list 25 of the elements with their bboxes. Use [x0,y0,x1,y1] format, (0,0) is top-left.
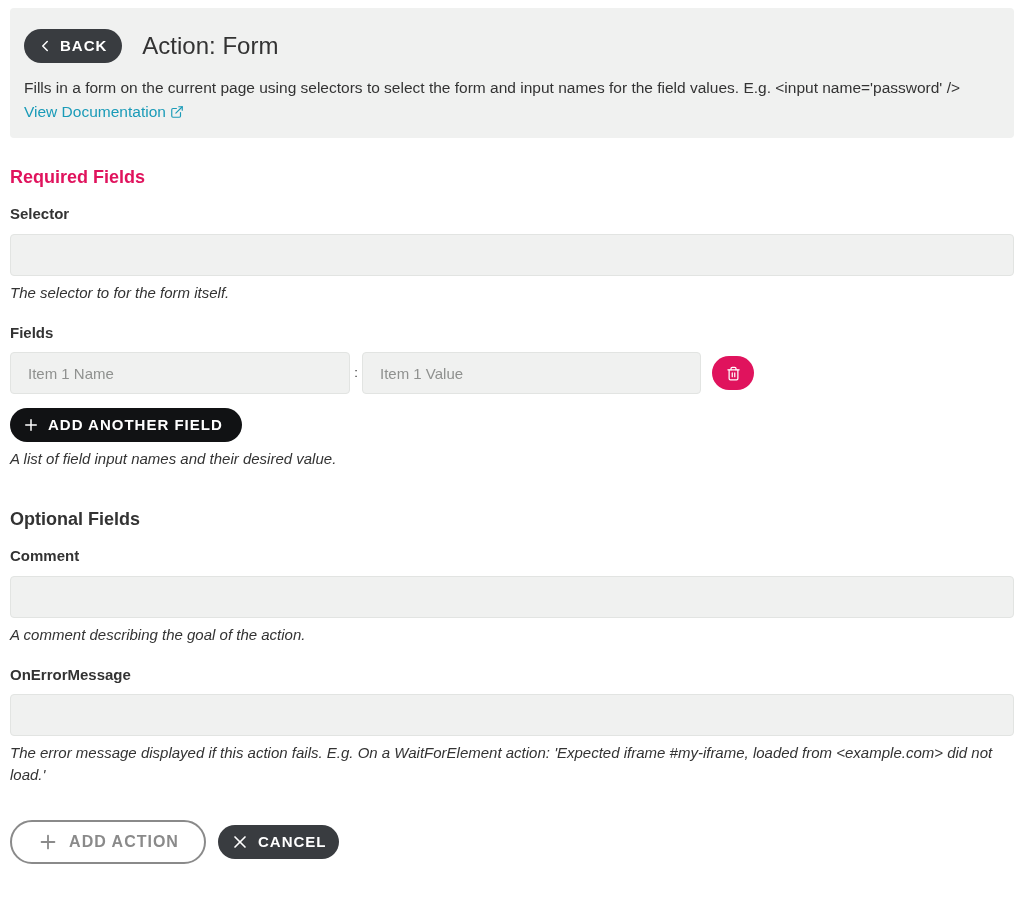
page-title: Action: Form [142,31,279,61]
field-label: OnErrorMessage [10,664,132,685]
separator: : [353,364,359,383]
external-link-icon [169,105,184,119]
help-text: A comment describing the goal of the action. [10,624,307,645]
help-text: The error message displayed if this action fails. E.g. On a WaitForElement action: 'Expected iframe #my-iframe, loaded from <example.com> did not load.' [10,743,994,785]
field-label: Selector [10,204,71,224]
help-text: A list of field input names and their desired value. [10,449,338,469]
item-name-field[interactable]: Item 1 Name [10,352,350,394]
section-heading: Required Fields [10,166,147,189]
field-label: Comment [10,546,81,566]
plus-icon [22,416,40,434]
text-field[interactable] [10,575,1014,618]
item-value-field[interactable]: Item 1 Value [362,352,701,394]
cancel-button[interactable]: CANCEL [218,825,339,859]
back-button[interactable]: BACK [24,29,123,63]
section-heading: Optional Fields [10,508,141,531]
field-label: Fields [10,322,55,343]
text-field[interactable] [10,694,1014,736]
help-text: The selector to for the form itself. [10,282,231,303]
trash-icon [725,365,741,381]
add-field-button[interactable]: ADD ANOTHER FIELD [10,408,242,442]
text-field[interactable] [10,233,1014,276]
delete-button[interactable] [712,356,754,390]
description: Fills in a form on the current page using selectors to select the form and input names for the field values. E.g. <input name='password' /> View Documentation [24,76,1000,124]
